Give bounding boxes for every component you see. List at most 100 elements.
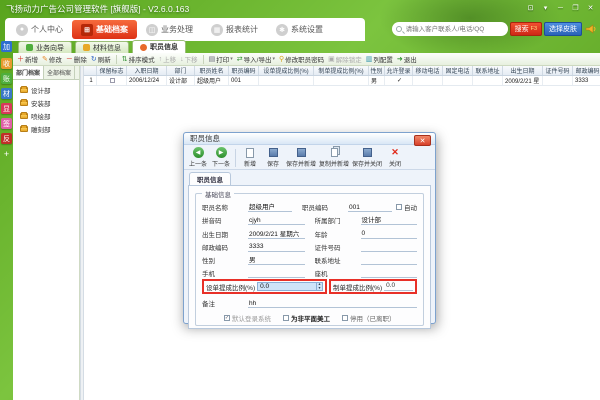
- quick-button-add[interactable]: +: [1, 148, 12, 159]
- add-tab-button[interactable]: 加: [1, 41, 12, 52]
- exit-button[interactable]: ➜退出: [397, 54, 417, 64]
- id-field[interactable]: [361, 243, 418, 252]
- rate1-spinner[interactable]: 0.0 ▲▼: [257, 282, 323, 291]
- col-header[interactable]: 保留标志: [97, 66, 127, 75]
- change-password-button[interactable]: ⚲修改职员密码: [279, 54, 324, 64]
- pinyin-field[interactable]: cjyh: [248, 217, 305, 226]
- addr-field[interactable]: [361, 256, 418, 265]
- move-down-button[interactable]: ↓下移: [180, 54, 198, 64]
- name-field[interactable]: 超级用户: [248, 201, 292, 212]
- cell: 男: [369, 76, 385, 85]
- note-field[interactable]: hh: [248, 300, 417, 309]
- import-export-button[interactable]: ⇄导入/导出▾: [237, 54, 275, 64]
- quick-button-4[interactable]: 显: [1, 103, 12, 114]
- mobile-field[interactable]: [248, 270, 305, 279]
- menu-personal-center[interactable]: ● 个人中心: [7, 20, 72, 39]
- unlock-button[interactable]: ▣解除锁定: [328, 54, 362, 64]
- col-header[interactable]: 制单提成比例(%): [314, 66, 369, 75]
- dept-field[interactable]: 设计部: [361, 214, 418, 225]
- col-header[interactable]: 职员编码: [229, 66, 259, 75]
- zip-field[interactable]: 3333: [248, 243, 305, 252]
- folder-icon: [20, 100, 28, 106]
- menu-reports[interactable]: ▦ 报表统计: [202, 20, 267, 39]
- auto-checkbox[interactable]: 自动: [396, 202, 417, 212]
- quick-button-3[interactable]: 材: [1, 88, 12, 99]
- quick-button-6[interactable]: 反: [1, 133, 12, 144]
- exit-label: 退出: [404, 54, 417, 64]
- dialog-tab-employee[interactable]: 职员信息: [189, 172, 231, 185]
- col-header[interactable]: 固定电话: [443, 66, 473, 75]
- col-header[interactable]: 职员姓名: [195, 66, 229, 75]
- tree-tab-departments[interactable]: 部门档案: [13, 66, 44, 79]
- table-row[interactable]: 1 2006/12/24 设计部 超级用户 001 男 ✓ 2009/2/21 …: [84, 76, 600, 86]
- choose-skin-button[interactable]: 选择皮肤: [544, 22, 582, 36]
- column-config-button[interactable]: ▥列配置: [366, 54, 393, 64]
- search-button[interactable]: 搜索 F3: [510, 22, 542, 36]
- rate2-field[interactable]: 0.0: [384, 282, 413, 291]
- tree-item-design[interactable]: 设计部: [13, 83, 79, 96]
- col-header[interactable]: 入职日期: [127, 66, 167, 75]
- tree-tab-all[interactable]: 全部档案: [44, 66, 75, 79]
- menu-business[interactable]: ◫ 业务处理: [137, 20, 202, 39]
- move-up-button[interactable]: ↑上移: [159, 54, 177, 64]
- disabled-employee-checkbox[interactable]: 停用（已离职）: [342, 313, 396, 323]
- close-button[interactable]: ✕: [585, 3, 596, 13]
- quick-button-5[interactable]: 签: [1, 118, 12, 129]
- quick-button-1[interactable]: 收: [1, 58, 12, 69]
- login-allowed-checkbox[interactable]: ✓: [385, 76, 413, 85]
- print-button[interactable]: ▤打印▾: [209, 54, 233, 64]
- cell: 超级用户: [195, 76, 229, 85]
- save-and-new-button[interactable]: 保存并新增: [286, 147, 316, 168]
- add-button[interactable]: ＋新增: [17, 54, 38, 64]
- close-dialog-button[interactable]: ✕关闭: [385, 147, 405, 168]
- col-header[interactable]: 性别: [369, 66, 385, 75]
- next-record-button[interactable]: ▶下一条: [211, 147, 231, 168]
- tree-item-install[interactable]: 安装部: [13, 96, 79, 109]
- quick-bar: 收 账 材 显 签 反 +: [1, 58, 12, 159]
- new-record-button[interactable]: 新增: [240, 147, 260, 168]
- menu-settings[interactable]: ✱ 系统设置: [267, 20, 332, 39]
- search-input[interactable]: [404, 25, 504, 34]
- col-header[interactable]: 出生日期: [503, 66, 543, 75]
- save-button[interactable]: 保存: [263, 147, 283, 168]
- quick-button-2[interactable]: 账: [1, 73, 12, 84]
- skin-icon[interactable]: ⊡: [525, 3, 536, 13]
- dialog-close-button[interactable]: ✕: [414, 135, 431, 146]
- dropdown-icon[interactable]: ▾: [540, 3, 551, 13]
- phone-field[interactable]: [361, 270, 418, 279]
- tree-item-engrave[interactable]: 雕刻部: [13, 122, 79, 135]
- tree-item-print[interactable]: 喷绘部: [13, 109, 79, 122]
- keep-flag-checkbox[interactable]: [110, 78, 115, 83]
- sort-mode-button[interactable]: ⇅排序模式: [122, 54, 155, 64]
- menu-base-archives[interactable]: ⊞ 基础档案: [72, 20, 137, 39]
- maximize-button[interactable]: ❐: [570, 3, 581, 13]
- copy-and-new-button[interactable]: 复制并新增: [319, 147, 349, 168]
- age-field[interactable]: 0: [361, 230, 418, 239]
- prev-record-button[interactable]: ◀上一条: [188, 147, 208, 168]
- col-header[interactable]: 证件号码: [543, 66, 573, 75]
- refresh-button[interactable]: ↻刷新: [91, 54, 111, 64]
- code-field[interactable]: 001: [348, 204, 392, 213]
- save-and-close-button[interactable]: 保存并关闭: [352, 147, 382, 168]
- non-designer-checkbox[interactable]: 为非平面美工: [283, 313, 330, 323]
- dialog-title-bar[interactable]: 职员信息: [184, 133, 435, 145]
- col-header[interactable]: 邮政编码: [573, 66, 600, 75]
- col-header[interactable]: 设单提成比例(%): [259, 66, 314, 75]
- employee-icon: [140, 44, 147, 51]
- edit-button[interactable]: ✎修改: [42, 54, 62, 64]
- search-box[interactable]: [392, 22, 508, 36]
- tab-business-wizard[interactable]: 业务向导: [18, 41, 72, 53]
- spinner-arrows-icon[interactable]: ▲▼: [316, 283, 322, 290]
- col-header[interactable]: 移动电话: [413, 66, 443, 75]
- delete-button[interactable]: －删除: [66, 54, 87, 64]
- col-header[interactable]: 联系地址: [473, 66, 503, 75]
- tab-material-info[interactable]: 材料信息: [75, 41, 129, 53]
- default-login-checkbox[interactable]: ✓默认登录系统: [224, 313, 271, 323]
- birth-field[interactable]: 2009/2/21 星期六: [248, 228, 305, 239]
- col-header[interactable]: 部门: [167, 66, 195, 75]
- minimize-button[interactable]: ─: [555, 3, 566, 13]
- gender-field[interactable]: 男: [248, 254, 305, 265]
- tab-employee-info[interactable]: 职员信息: [132, 40, 186, 53]
- horn-icon[interactable]: [584, 23, 596, 35]
- col-header[interactable]: 允许登录: [385, 66, 413, 75]
